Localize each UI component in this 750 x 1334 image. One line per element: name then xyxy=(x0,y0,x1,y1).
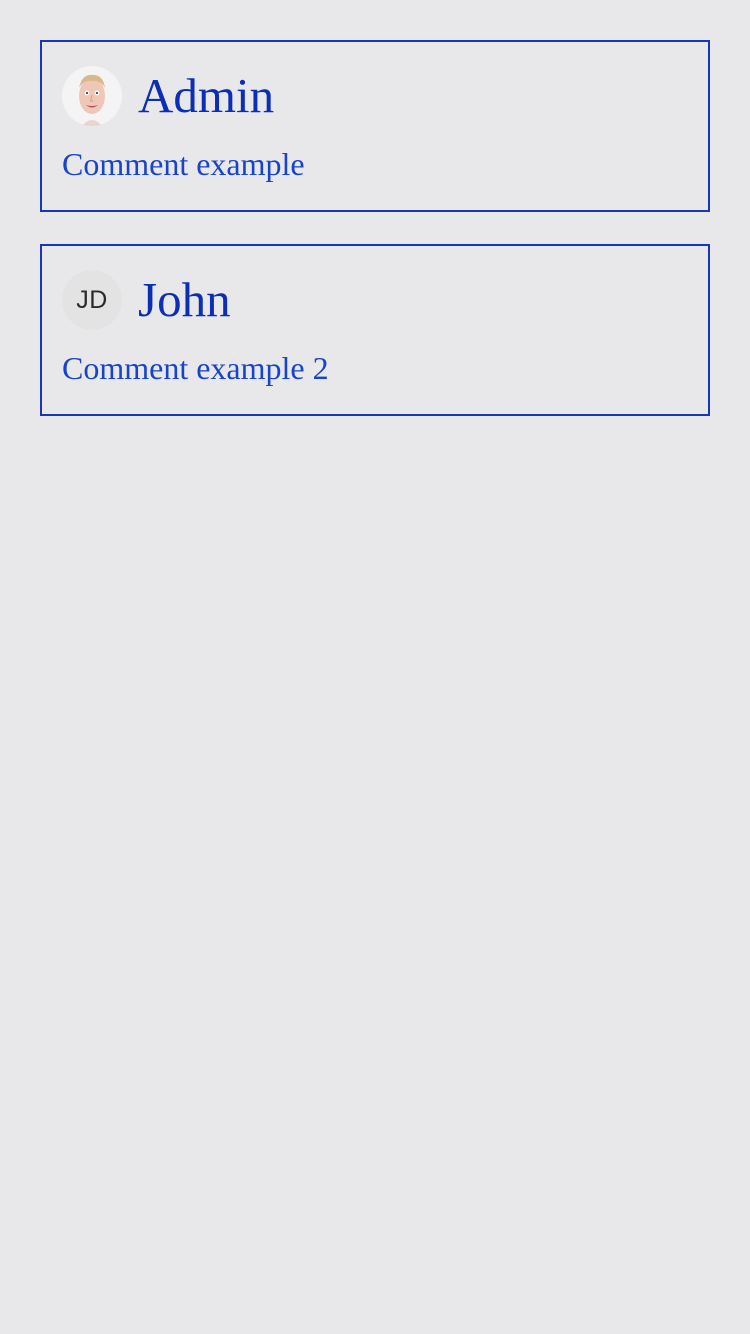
avatar[interactable] xyxy=(62,66,122,126)
avatar-initials-text: JD xyxy=(76,285,108,314)
comment-header: Admin xyxy=(62,66,274,126)
user-photo-icon xyxy=(62,66,122,126)
comment-text: Comment example 2 xyxy=(62,350,329,386)
comment-card: Admin Comment example xyxy=(40,40,710,212)
comment-header: JD John xyxy=(62,270,231,330)
comment-author: John xyxy=(138,272,231,327)
comment-text: Comment example xyxy=(62,146,305,182)
comment-list: Admin Comment example JD John Comment ex… xyxy=(40,40,710,448)
comment-card: JD John Comment example 2 xyxy=(40,244,710,416)
avatar-initials[interactable]: JD xyxy=(62,270,122,330)
comment-author: Admin xyxy=(138,68,275,123)
